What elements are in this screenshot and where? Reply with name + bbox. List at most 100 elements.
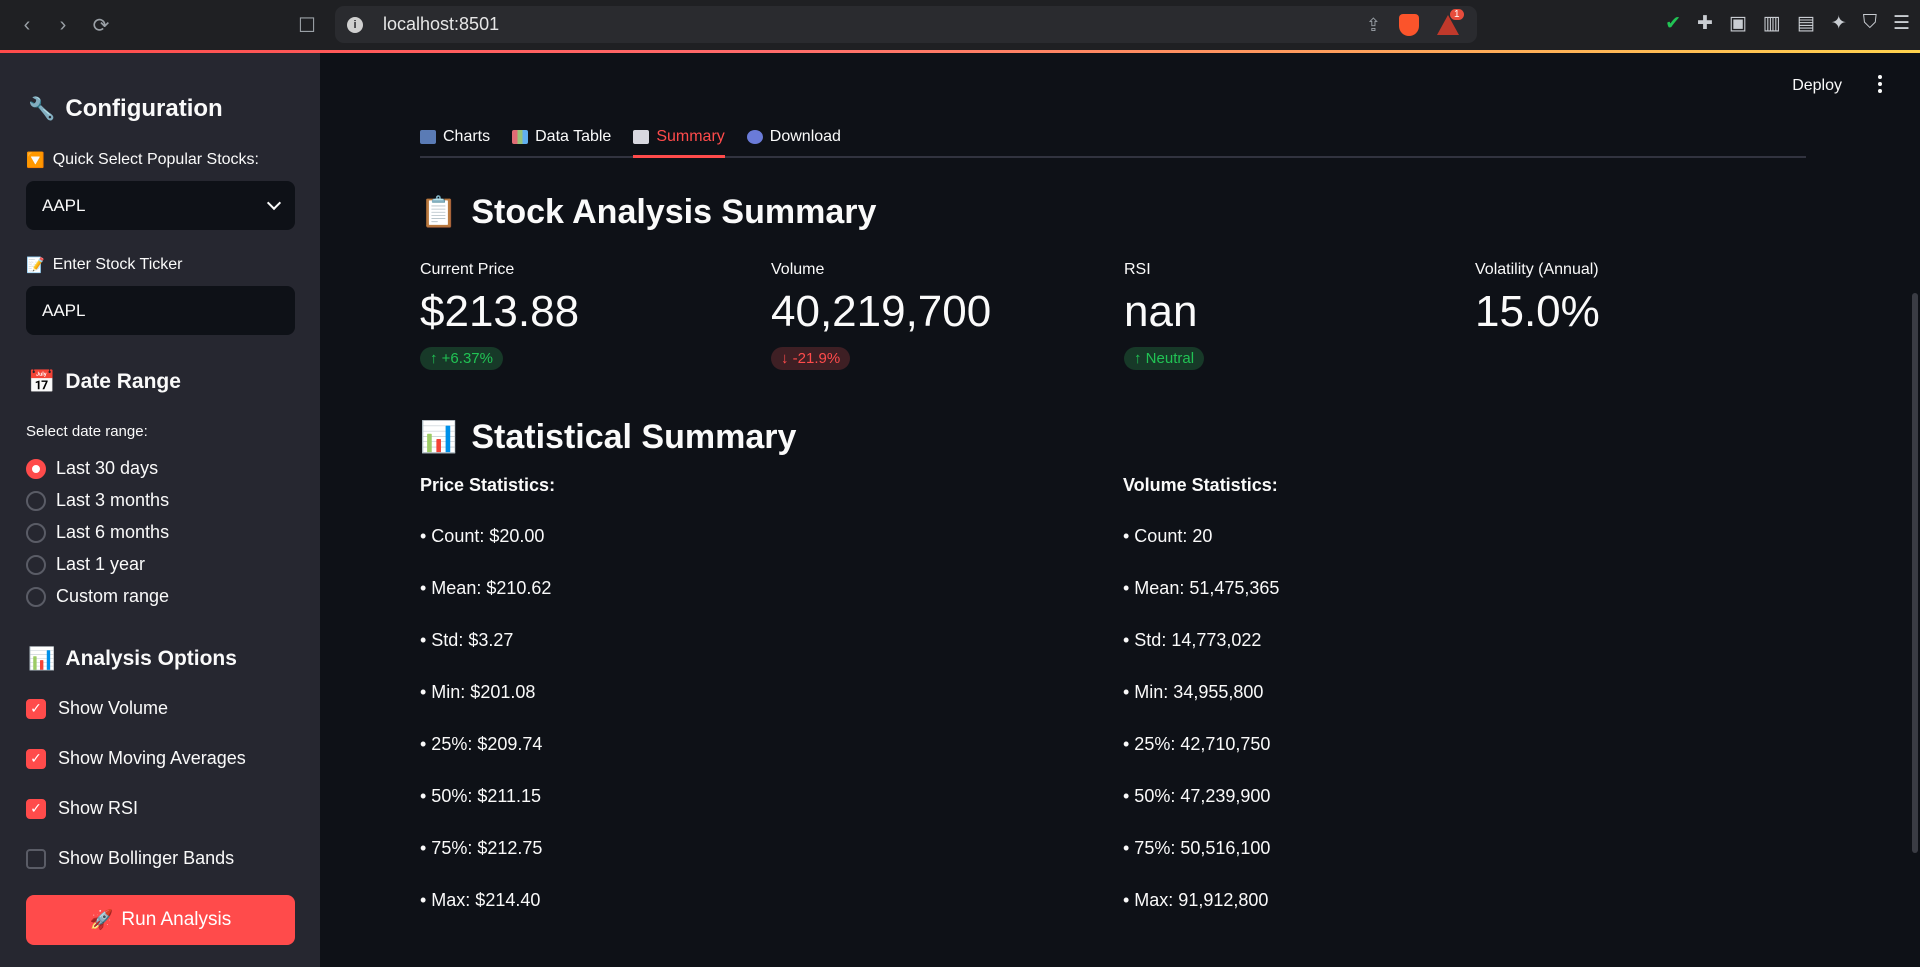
ticker-input-value: AAPL xyxy=(42,300,86,320)
metric-value: $213.88 xyxy=(420,287,580,336)
share-icon[interactable]: ⇪ xyxy=(1366,15,1381,36)
bar-chart-icon: 📊 xyxy=(420,421,458,454)
metric-value: 15.0% xyxy=(1475,287,1600,336)
wallet-icon[interactable]: ▤ xyxy=(1797,12,1815,35)
more-options-icon[interactable] xyxy=(1878,75,1882,93)
radio-button[interactable] xyxy=(26,458,46,479)
main-content: Deploy Charts Data Table Summary Downloa… xyxy=(320,53,1920,967)
quick-select-value: AAPL xyxy=(42,195,86,215)
metric-delta: ↓ -21.9% xyxy=(771,347,851,370)
extensions-icon[interactable]: ✚ xyxy=(1697,12,1713,35)
tab-label: Charts xyxy=(443,128,491,145)
quick-select-label-text: Quick Select Popular Stocks: xyxy=(52,151,259,168)
checkbox[interactable]: ✓ xyxy=(26,798,46,819)
tab-download[interactable]: Download xyxy=(746,118,841,156)
brave-shields-icon[interactable] xyxy=(1399,14,1419,36)
ticker-input[interactable]: AAPL xyxy=(26,286,295,335)
url-text[interactable]: localhost:8501 xyxy=(383,14,499,35)
metric-value: nan xyxy=(1124,287,1198,336)
disk-icon xyxy=(746,130,763,144)
ticker-label: 📝 Enter Stock Ticker xyxy=(26,256,183,274)
price-statistics: Price Statistics: • Count: $20.00 • Mean… xyxy=(420,475,1020,912)
analysis-options-heading: 📊 Analysis Options xyxy=(28,646,237,672)
leo-ai-icon[interactable]: ✦ xyxy=(1831,12,1847,35)
tab-label: Data Table xyxy=(535,128,612,145)
address-bar[interactable]: i localhost:8501 ⇪ 1 xyxy=(335,6,1477,43)
summary-heading: 📋 Stock Analysis Summary xyxy=(420,193,876,232)
config-heading: 🔧 Configuration xyxy=(28,95,223,123)
back-icon[interactable]: ‹ xyxy=(14,12,40,38)
metric-rsi: RSI nan ↑ Neutral xyxy=(1124,261,1454,370)
radio-button[interactable] xyxy=(26,554,46,575)
sidebar: 🔧 Configuration 🔽 Quick Select Popular S… xyxy=(0,53,320,967)
radio-last-30-days[interactable]: Last 30 days xyxy=(26,458,158,479)
browser-toolbar: ‹ › ⟳ ☐ i localhost:8501 ⇪ 1 ✔ ✚ ▣ ▥ ▤ ✦… xyxy=(0,0,1920,50)
deploy-button[interactable]: Deploy xyxy=(1792,77,1842,95)
screenshot-icon[interactable]: ▣ xyxy=(1729,12,1747,35)
tab-label: Download xyxy=(769,128,841,145)
brave-rewards-icon[interactable]: 1 xyxy=(1437,9,1464,35)
quick-select-label: 🔽 Quick Select Popular Stocks: xyxy=(26,151,259,169)
metric-volume: Volume 40,219,700 ↓ -21.9% xyxy=(771,261,1101,370)
tab-charts[interactable]: Charts xyxy=(420,118,490,156)
checkbox-label: Show Moving Averages xyxy=(58,748,246,768)
stat-item: • Count: $20.00 xyxy=(420,526,545,546)
checkbox-label: Show Volume xyxy=(58,698,169,718)
stat-item: • Std: $3.27 xyxy=(420,630,514,650)
checkbox-label: Show RSI xyxy=(58,798,139,818)
checkbox-show-bollinger-bands[interactable]: Show Bollinger Bands xyxy=(26,848,234,869)
radio-button[interactable] xyxy=(26,522,46,543)
metric-delta-text: -21.9% xyxy=(792,350,841,367)
radio-last-3-months[interactable]: Last 3 months xyxy=(26,490,169,511)
rocket-icon: 🚀 xyxy=(89,910,114,931)
statistical-summary-heading: 📊 Statistical Summary xyxy=(420,418,796,457)
memo-icon: 📝 xyxy=(26,257,45,274)
site-info-icon[interactable]: i xyxy=(347,16,363,33)
stat-item: • 50%: $211.15 xyxy=(420,786,542,806)
run-analysis-button[interactable]: 🚀 Run Analysis xyxy=(26,895,295,945)
stat-item: • 75%: 50,516,100 xyxy=(1123,838,1271,858)
main-scrollbar[interactable] xyxy=(1912,293,1918,853)
menu-icon[interactable]: ☰ xyxy=(1893,12,1910,35)
analysis-heading-text: Analysis Options xyxy=(65,647,237,670)
forward-icon[interactable]: › xyxy=(50,12,76,38)
checkbox[interactable]: ✓ xyxy=(26,698,46,719)
tab-data-table[interactable]: Data Table xyxy=(512,118,611,156)
vpn-icon[interactable]: ⛉ xyxy=(1863,12,1877,35)
memo-icon xyxy=(633,130,650,144)
checkbox-show-rsi[interactable]: ✓ Show RSI xyxy=(26,798,138,819)
metric-value: 40,219,700 xyxy=(771,287,992,336)
down-arrow-icon: 🔽 xyxy=(26,152,45,169)
volume-statistics: Volume Statistics: • Count: 20 • Mean: 5… xyxy=(1123,475,1723,912)
metric-current-price: Current Price $213.88 ↑ +6.37% xyxy=(420,261,750,370)
metric-delta: ↑ +6.37% xyxy=(420,347,503,370)
chevron-down-icon xyxy=(266,195,282,211)
metric-delta-text: +6.37% xyxy=(441,350,493,367)
date-range-label: Select date range: xyxy=(26,423,148,440)
radio-label: Last 6 months xyxy=(56,522,170,542)
radio-last-6-months[interactable]: Last 6 months xyxy=(26,522,169,543)
metric-label: Volume xyxy=(771,261,825,278)
metric-label: RSI xyxy=(1124,261,1151,278)
radio-label: Last 3 months xyxy=(56,490,170,510)
stat-item: • 25%: 42,710,750 xyxy=(1123,734,1271,754)
checkbox[interactable]: ✓ xyxy=(26,748,46,769)
bar-chart-icon: 📊 xyxy=(28,646,56,671)
bookmark-icon[interactable]: ☐ xyxy=(294,12,320,38)
reload-icon[interactable]: ⟳ xyxy=(88,12,114,38)
checkbox-show-volume[interactable]: ✓ Show Volume xyxy=(26,698,168,719)
radio-button[interactable] xyxy=(26,490,46,511)
rewards-badge: 1 xyxy=(1450,9,1464,20)
wrench-icon: 🔧 xyxy=(28,96,56,121)
stat-item: • Min: 34,955,800 xyxy=(1123,682,1264,702)
radio-last-1-year[interactable]: Last 1 year xyxy=(26,554,145,575)
check-icon[interactable]: ✔ xyxy=(1665,12,1681,35)
quick-select-dropdown[interactable]: AAPL xyxy=(26,181,295,230)
radio-button[interactable] xyxy=(26,586,46,607)
radio-custom-range[interactable]: Custom range xyxy=(26,586,169,607)
tab-summary[interactable]: Summary xyxy=(633,118,726,158)
sidebar-toggle-icon[interactable]: ▥ xyxy=(1763,12,1781,35)
checkbox-show-moving-averages[interactable]: ✓ Show Moving Averages xyxy=(26,748,246,769)
checkbox[interactable] xyxy=(26,848,46,869)
stat-item: • 50%: 47,239,900 xyxy=(1123,786,1271,806)
